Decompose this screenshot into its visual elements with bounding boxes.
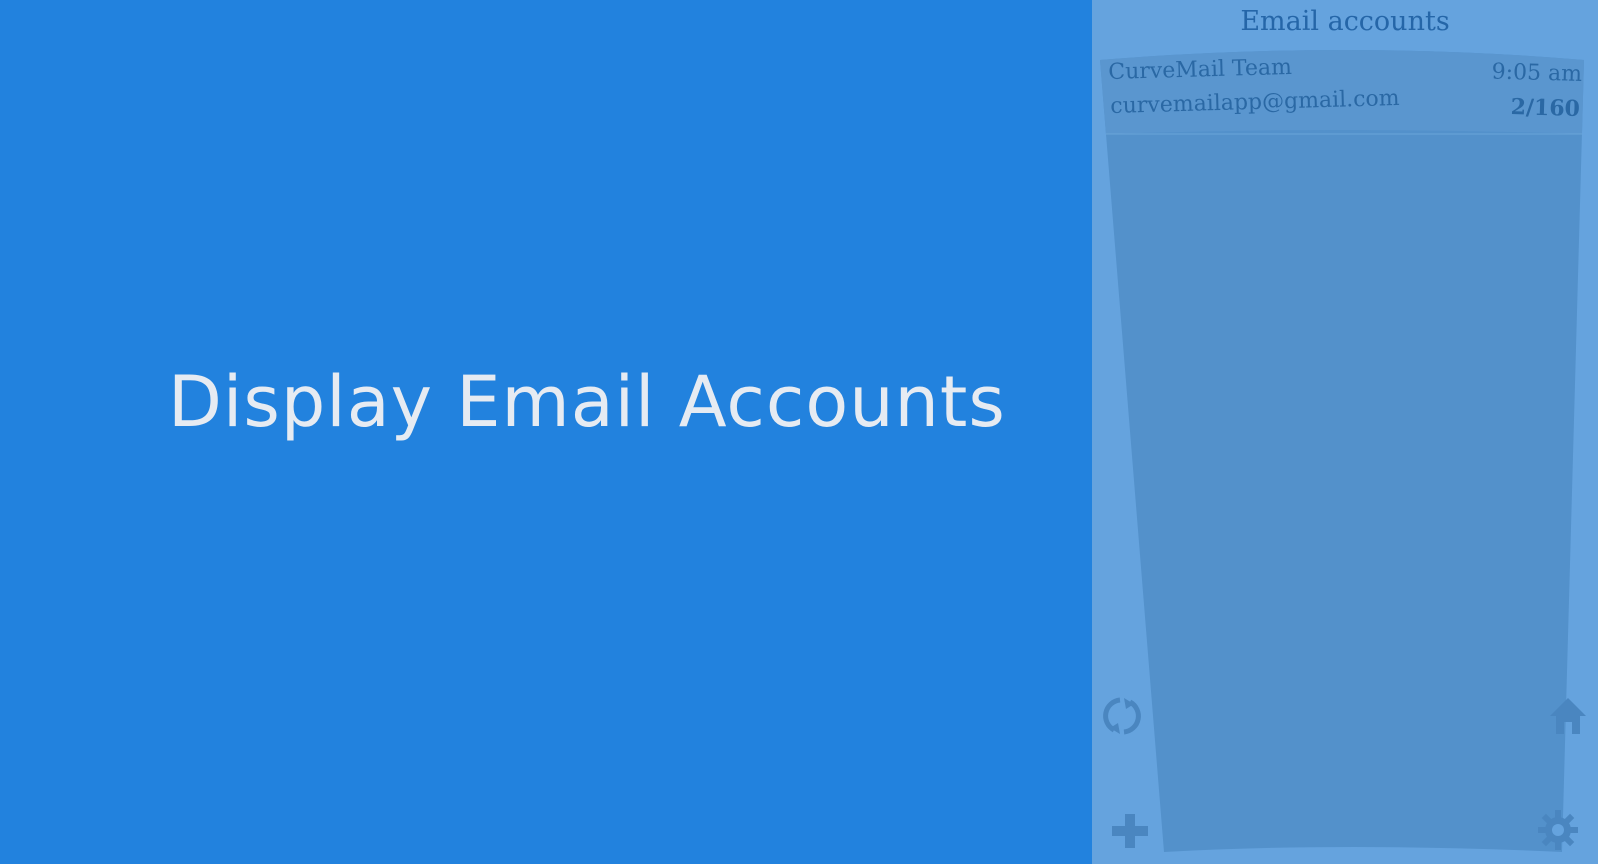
intro-heading: Display Email Accounts [168,361,1006,443]
refresh-icon[interactable] [1100,694,1144,738]
home-icon[interactable] [1546,694,1590,738]
app-root: Display Email Accounts Email accounts Cu… [0,0,1598,864]
panel-title: Email accounts [1240,6,1450,37]
plus-icon[interactable] [1108,810,1152,854]
account-message-count: 2/160 [1510,94,1580,122]
email-accounts-panel: Email accounts CurveMail Team 9:05 am cu… [1092,0,1598,864]
gear-icon[interactable] [1536,808,1580,852]
curved-list-background [1100,50,1584,852]
account-time: 9:05 am [1490,59,1582,87]
account-name: CurveMail Team [1108,54,1293,85]
